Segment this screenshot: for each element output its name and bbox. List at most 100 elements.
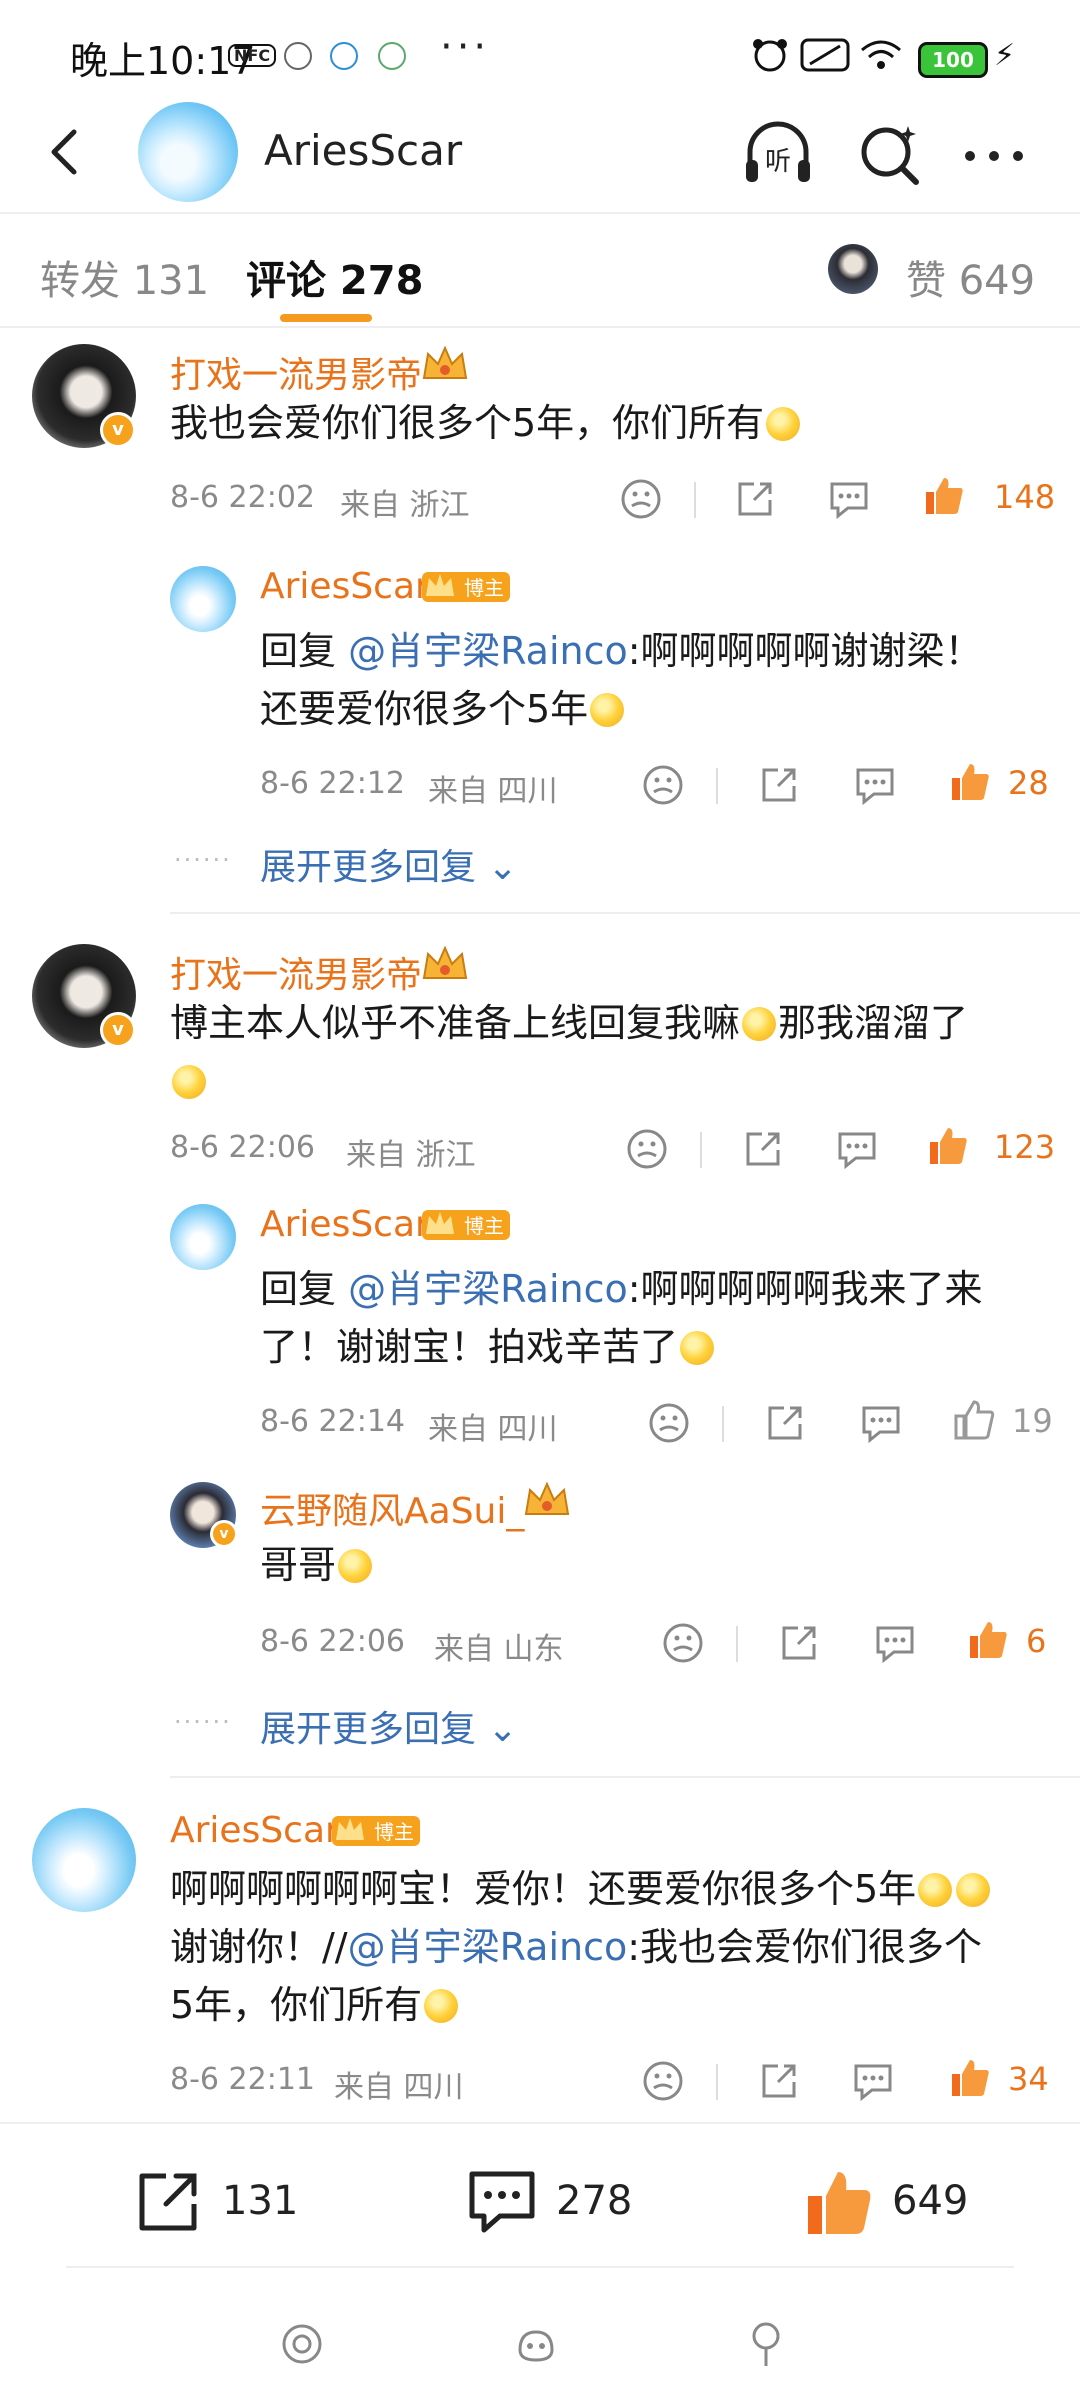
assistant-icon[interactable] [512, 2320, 560, 2368]
back-icon[interactable] [38, 122, 98, 182]
comment-icon[interactable] [858, 1400, 904, 1446]
charging-icon: ⚡ [994, 38, 1016, 73]
comment-item: AriesScar 博主 啊啊啊啊啊啊宝！爱你！还要爱你很多个5年 谢谢你！//… [0, 1778, 1080, 2128]
like-count: 123 [994, 1128, 1056, 1166]
like-count: 148 [994, 478, 1056, 516]
reply-username[interactable]: AriesScar [260, 566, 430, 607]
comment-location: 来自 四川 [334, 2070, 464, 2105]
comment-username[interactable]: 打戏一流男影帝 [170, 946, 422, 998]
tab-active-indicator [280, 314, 372, 322]
expand-replies-button[interactable]: 展开更多回复 ⌄ [260, 1700, 518, 1752]
page-title[interactable]: AriesScar [264, 126, 462, 175]
liker-avatar[interactable] [828, 244, 878, 294]
panda-icon [753, 39, 787, 72]
verified-icon: v [100, 412, 136, 448]
emoji-icon [172, 1065, 206, 1099]
like-icon[interactable] [924, 1122, 970, 1168]
reply-username[interactable]: 云野随风AaSui_ [260, 1482, 524, 1534]
like-count: 19 [1012, 1402, 1053, 1440]
expand-replies-button[interactable]: 展开更多回复 ⌄ [260, 838, 518, 890]
reply-username[interactable]: AriesScar [260, 1204, 430, 1245]
comment-time: 8-6 22:06 [170, 1130, 315, 1165]
dislike-icon[interactable] [624, 1126, 670, 1172]
tab-repost[interactable]: 转发 131 [40, 248, 209, 306]
svg-text:博主: 博主 [464, 1214, 504, 1238]
comment-icon[interactable] [464, 2164, 540, 2240]
app-notification-icon [378, 42, 406, 70]
search-ai-icon[interactable] [852, 116, 928, 192]
comment-icon[interactable] [852, 762, 898, 808]
dislike-icon[interactable] [618, 476, 664, 522]
emoji-icon [742, 1007, 777, 1041]
expand-dots: ······ [174, 846, 232, 874]
divider [736, 1626, 738, 1662]
dislike-icon[interactable] [640, 2058, 686, 2104]
comment-icon[interactable] [850, 2058, 896, 2104]
comment-username[interactable]: 打戏一流男影帝 [170, 346, 422, 398]
avatar[interactable] [170, 566, 236, 632]
repost-icon[interactable] [130, 2164, 206, 2240]
like-count: 28 [1008, 764, 1049, 802]
status-bar: 晚上10:17 NFC ··· 100 ⚡ [0, 0, 1080, 92]
emoji-icon [590, 693, 625, 727]
svg-text:听: 听 [765, 147, 791, 177]
like-icon[interactable] [946, 2054, 992, 2100]
like-icon[interactable] [920, 472, 966, 518]
tab-comments[interactable]: 评论 278 [246, 248, 423, 306]
listen-icon[interactable]: 听 [740, 116, 816, 192]
share-icon[interactable] [776, 1620, 822, 1666]
divider [722, 1406, 724, 1442]
reply-time: 8-6 22:14 [260, 1404, 405, 1439]
mention-link[interactable]: @肖宇梁Rainco [348, 1925, 628, 1969]
share-icon[interactable] [756, 762, 802, 808]
bottom-action-bar: 131 278 649 [0, 2128, 1080, 2288]
like-count-total[interactable]: 649 [892, 2178, 968, 2224]
like-icon[interactable] [950, 1396, 996, 1442]
header: AriesScar 听 [0, 92, 1080, 212]
reply-time: 8-6 22:12 [260, 766, 405, 801]
wifi-icon [861, 40, 901, 69]
mention-link[interactable]: @肖宇梁Rainco [348, 1267, 628, 1311]
comment-item: v 打戏一流男影帝 博主本人似乎不准备上线回复我嘛 那我溜溜了 8-6 22:06… [0, 914, 1080, 1774]
share-icon[interactable] [732, 476, 778, 522]
dislike-icon[interactable] [640, 762, 686, 808]
blogger-badge: 博主 [422, 572, 510, 602]
like-icon[interactable] [946, 758, 992, 804]
avatar[interactable] [32, 1808, 136, 1912]
mention-link[interactable]: @肖宇梁Rainco [348, 629, 628, 673]
like-icon[interactable] [964, 1616, 1010, 1662]
author-avatar[interactable] [138, 102, 238, 202]
repost-count[interactable]: 131 [222, 2178, 298, 2224]
svg-text:博主: 博主 [464, 576, 504, 600]
divider [66, 2266, 1014, 2268]
reply-location: 来自 四川 [428, 774, 558, 809]
share-icon[interactable] [756, 2058, 802, 2104]
emoji-icon [766, 407, 801, 441]
reply-text: 哥哥 [260, 1536, 374, 1594]
comment-icon[interactable] [834, 1126, 880, 1172]
reply-text: 回复 @肖宇梁Rainco:啊啊啊啊啊我来了来 了！谢谢宝！拍戏辛苦了 [260, 1267, 983, 1369]
comment-username[interactable]: AriesScar [170, 1810, 340, 1851]
comment-icon[interactable] [872, 1620, 918, 1666]
more-icon[interactable] [956, 116, 1032, 192]
reply-location: 来自 四川 [428, 1412, 558, 1447]
emoji-icon [956, 1873, 991, 1907]
avatar[interactable] [170, 1204, 236, 1270]
divider [694, 482, 696, 518]
lollipop-icon[interactable] [742, 2320, 790, 2368]
crown-icon [422, 945, 468, 979]
blogger-badge: 博主 [332, 1816, 420, 1846]
home-icon[interactable] [278, 2320, 326, 2368]
verified-icon: v [100, 1012, 136, 1048]
share-icon[interactable] [740, 1126, 786, 1172]
tab-likes[interactable]: 赞 649 [906, 248, 1035, 306]
like-icon[interactable] [800, 2164, 876, 2240]
divider [700, 1132, 702, 1168]
dislike-icon[interactable] [646, 1400, 692, 1446]
comment-icon[interactable] [826, 476, 872, 522]
reply-location: 来自 山东 [434, 1632, 564, 1667]
comment-count[interactable]: 278 [556, 2178, 632, 2224]
dislike-icon[interactable] [660, 1620, 706, 1666]
share-icon[interactable] [762, 1400, 808, 1446]
signal-icon [800, 38, 850, 72]
